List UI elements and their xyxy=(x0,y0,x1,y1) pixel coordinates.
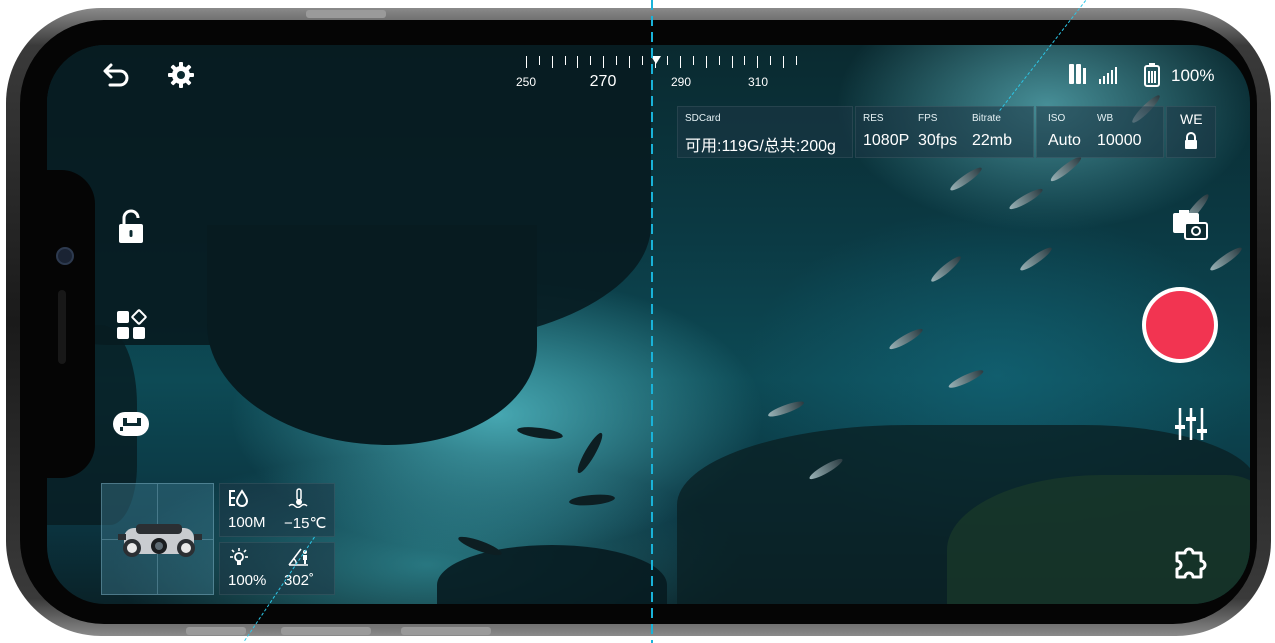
compass-tick xyxy=(757,56,759,68)
compass-tick xyxy=(564,56,566,65)
compass-tick xyxy=(654,56,656,68)
lock-open-icon[interactable] xyxy=(114,208,148,246)
plugin-icon[interactable] xyxy=(1170,542,1214,586)
iso-label: ISO xyxy=(1048,113,1066,124)
apps-icon[interactable] xyxy=(114,308,148,342)
signal-icon xyxy=(1067,62,1125,88)
drone-image xyxy=(118,524,202,557)
compass-tick xyxy=(680,56,682,68)
fish xyxy=(1018,244,1054,274)
camera-switch-icon[interactable] xyxy=(1168,208,1212,244)
bitrate-label: Bitrate xyxy=(972,113,1001,124)
sliders-icon[interactable] xyxy=(1171,404,1211,444)
phone-button xyxy=(306,10,386,18)
fish xyxy=(948,164,984,194)
bitrate-value: 22mb xyxy=(972,132,1013,149)
compass-tick xyxy=(590,56,592,65)
cave-rock xyxy=(207,225,537,445)
depth-value: 100M xyxy=(228,514,266,531)
compass-tick xyxy=(538,56,540,65)
light-icon xyxy=(228,547,250,567)
iso-value: Auto xyxy=(1048,132,1081,149)
we-label: WE xyxy=(1180,111,1203,127)
phone-button xyxy=(401,627,491,635)
fish xyxy=(947,367,985,391)
sd-card-label: SDCard xyxy=(685,113,721,124)
fish xyxy=(1007,186,1045,212)
compass-label: 250 xyxy=(515,75,537,89)
drone-minimap xyxy=(101,483,214,595)
back-icon[interactable] xyxy=(100,58,134,92)
fish xyxy=(568,493,616,507)
sd-card-panel: SDCard 可用:119G/总共:200g xyxy=(677,106,853,158)
exposure-panel: ISO Auto WB 10000 xyxy=(1036,106,1164,158)
compass-tick xyxy=(667,56,669,65)
temperature-value: −15℃ xyxy=(284,515,327,532)
light-value: 100% xyxy=(228,572,267,589)
lock-icon xyxy=(1183,132,1199,150)
settings-icon[interactable] xyxy=(164,58,198,92)
depth-temp-panel: 100M −15℃ xyxy=(219,483,335,537)
compass-tick xyxy=(603,56,605,68)
compass-tick xyxy=(577,56,579,68)
compass-label: 290 xyxy=(670,75,692,89)
phone-button xyxy=(186,627,246,635)
compass-tick xyxy=(641,56,643,65)
sd-card-value: 可用:119G/总共:200g xyxy=(685,138,836,155)
fish xyxy=(928,253,964,285)
compass-tick xyxy=(628,56,630,68)
fish xyxy=(1208,244,1244,274)
battery-icon xyxy=(1140,62,1166,88)
fps-value: 30fps xyxy=(918,132,958,149)
split-line xyxy=(651,0,653,643)
compass-tick xyxy=(693,56,695,65)
compass-tick xyxy=(615,56,617,65)
notch xyxy=(47,170,95,478)
fish xyxy=(574,430,606,476)
battery-percent: 100% xyxy=(1171,66,1215,85)
temperature-icon xyxy=(288,488,310,508)
compass-ruler: 250 270 290 310 xyxy=(512,56,812,96)
compass-tick xyxy=(718,56,720,65)
we-lock-button[interactable]: WE xyxy=(1166,106,1216,158)
phone-button xyxy=(281,627,371,635)
res-label: RES xyxy=(863,113,884,124)
wb-label: WB xyxy=(1097,113,1114,124)
compass-label: 270 xyxy=(589,73,617,90)
fish xyxy=(1048,154,1084,184)
compass-tick xyxy=(705,56,707,68)
light-heading-panel: 100% 302˚ xyxy=(219,542,335,595)
compass-tick xyxy=(551,56,553,68)
compass-tick xyxy=(783,56,784,68)
res-value: 1080P xyxy=(863,132,910,149)
depth-icon xyxy=(228,488,250,508)
compass-label: 310 xyxy=(747,75,769,89)
compass-tick xyxy=(770,56,772,65)
wb-value: 10000 xyxy=(1097,132,1142,149)
video-panel: RES 1080P FPS 30fps Bitrate 22mb xyxy=(855,106,1034,158)
compass-tick xyxy=(744,56,746,65)
speaker xyxy=(58,290,66,364)
record-dot xyxy=(1146,291,1214,359)
compass-tick xyxy=(731,56,733,68)
record-button[interactable] xyxy=(1142,287,1218,363)
drone-icon[interactable] xyxy=(110,405,152,441)
fish xyxy=(766,398,806,420)
compass-tick xyxy=(526,56,527,68)
front-camera xyxy=(56,247,74,265)
seafloor xyxy=(437,545,667,604)
fish xyxy=(887,326,925,352)
fish xyxy=(516,424,564,442)
compass-tick xyxy=(795,56,797,65)
fps-label: FPS xyxy=(918,113,938,124)
